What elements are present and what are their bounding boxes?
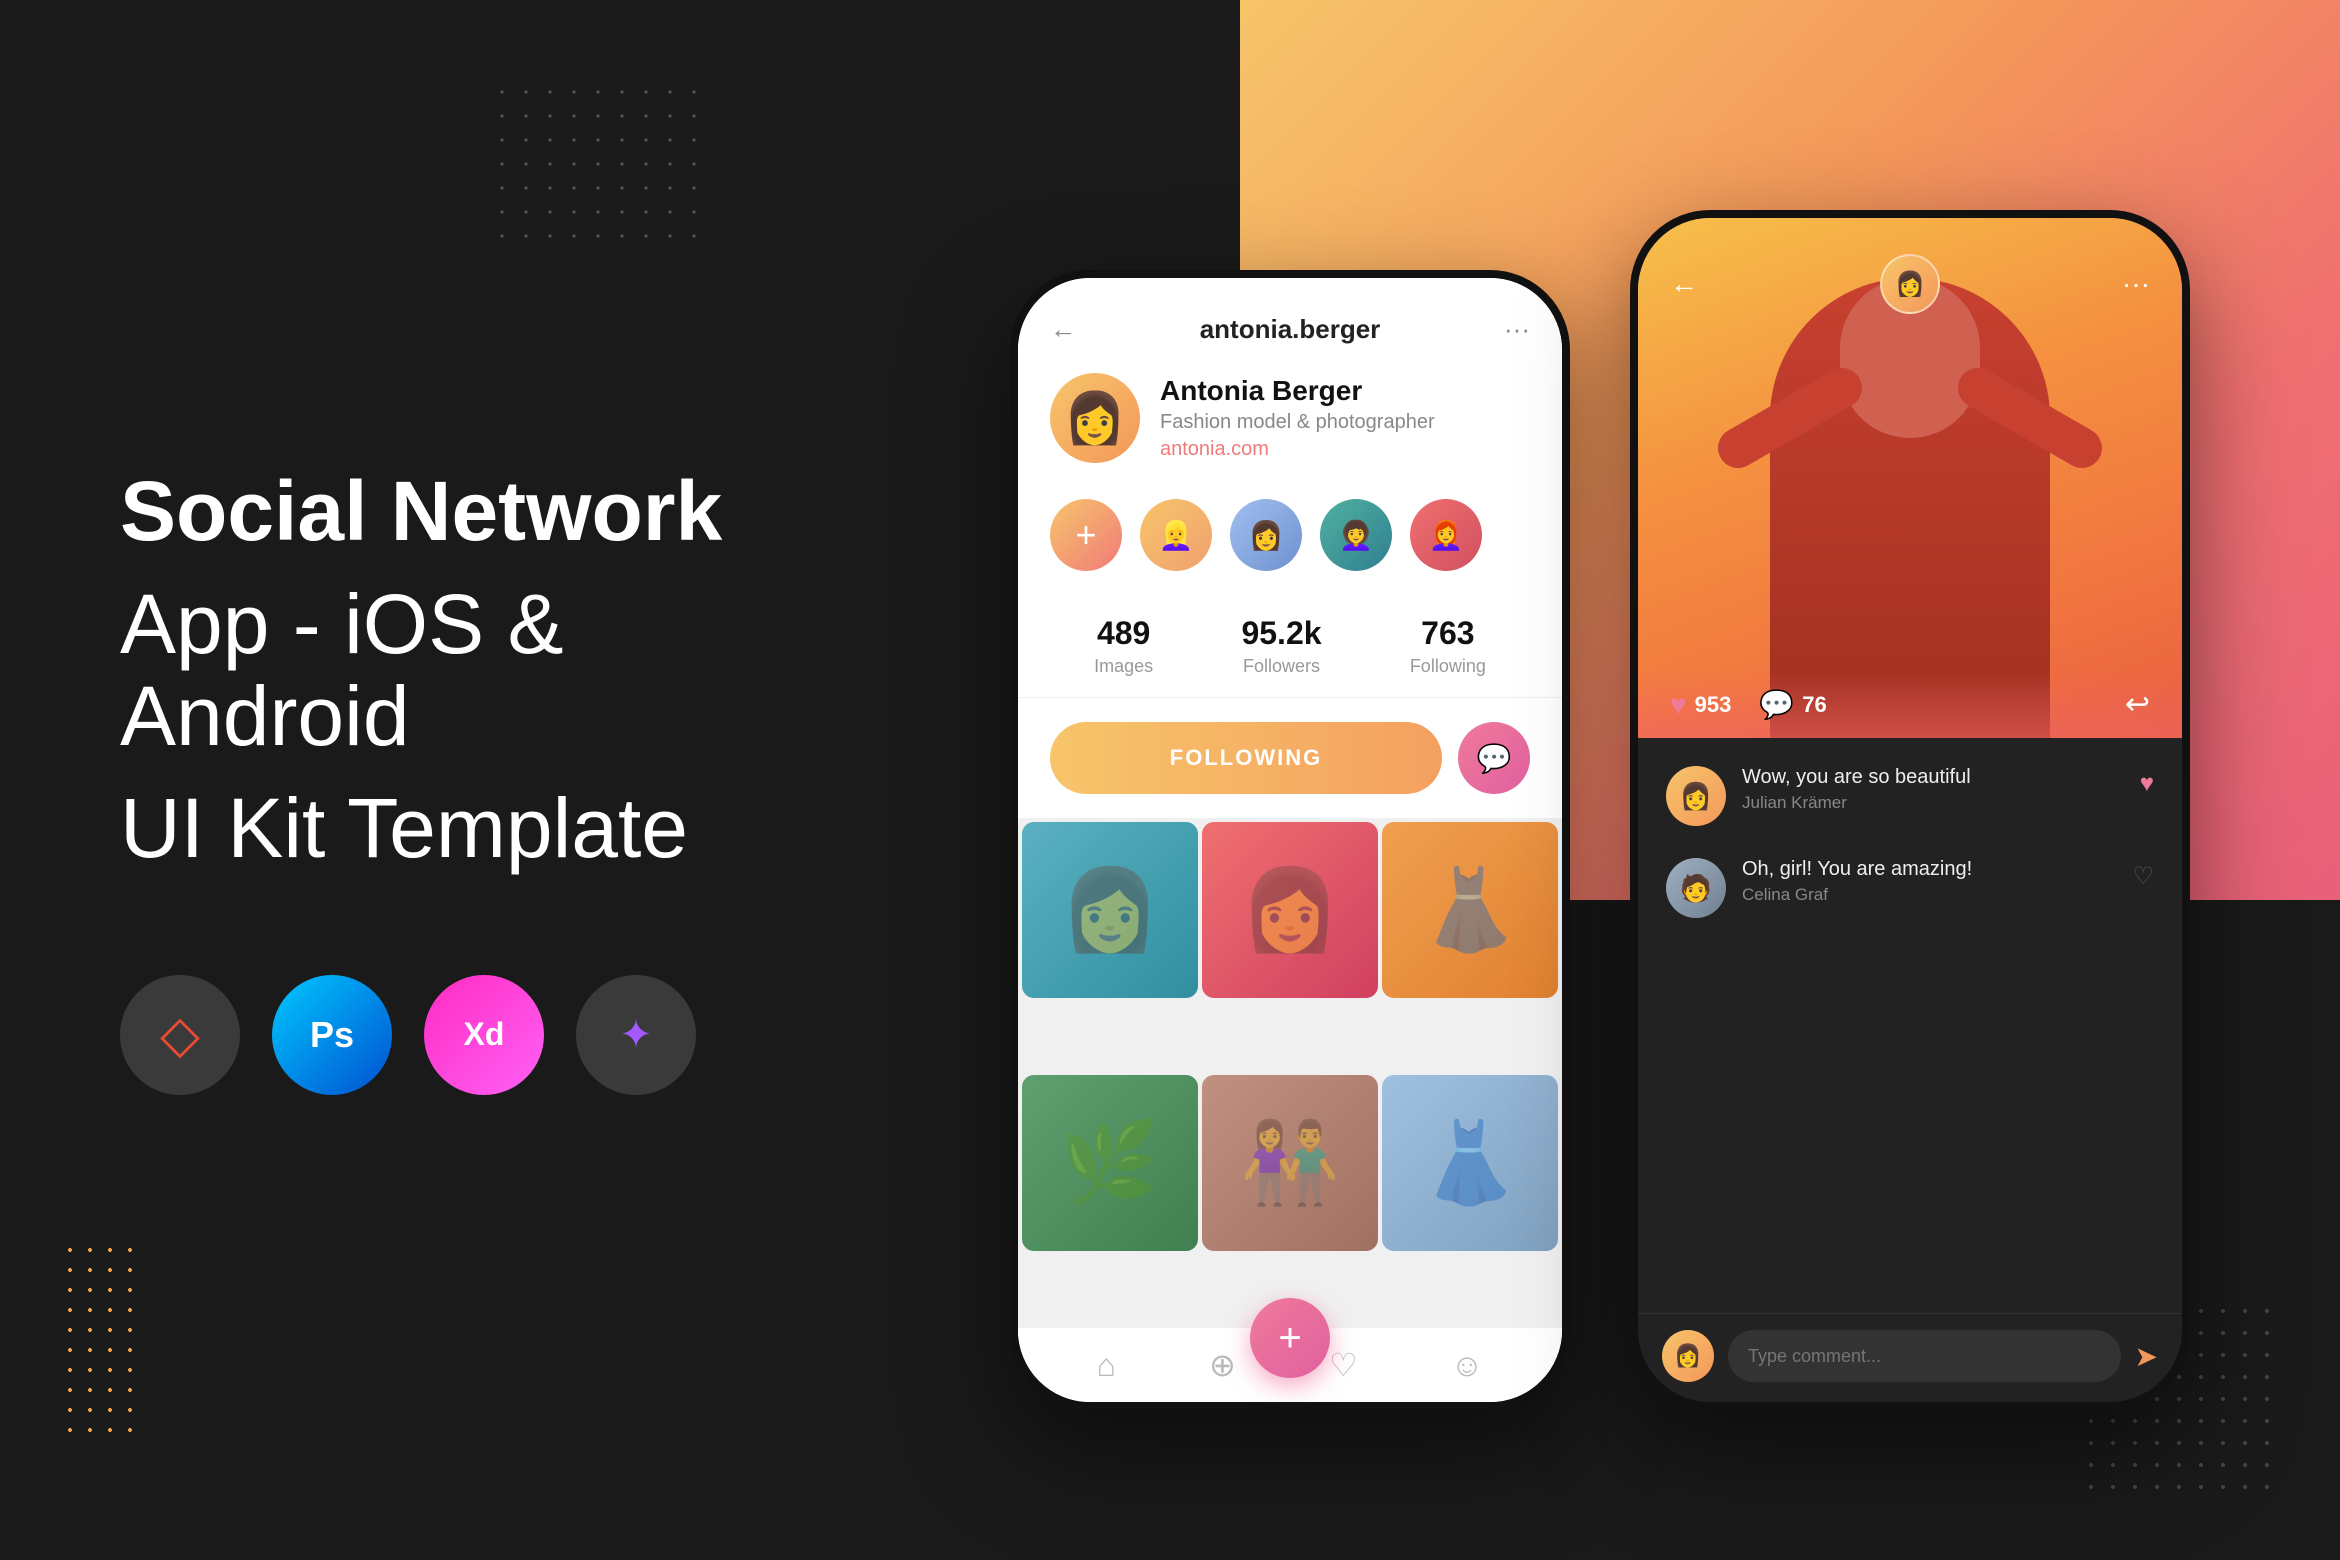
phone1-navbar: ⌂ ⊕ + ♡ ☺ <box>1018 1327 1562 1402</box>
profile-avatar: 👩 <box>1050 373 1140 463</box>
phone1-stories: + 👱‍♀️ 👩 👩‍🦱 👩‍🦰 <box>1018 483 1562 595</box>
story-thumb-1[interactable]: 👱‍♀️ <box>1140 499 1212 571</box>
phone2-more-icon[interactable]: ··· <box>2122 268 2150 300</box>
phone-1-mockup: ← antonia.berger ··· 👩 Antonia Berger Fa… <box>1010 270 1570 1410</box>
comment-avatar-2: 🧑 <box>1666 858 1726 918</box>
figma-icon: ✦ <box>619 1012 653 1058</box>
stat-followers-value: 95.2k <box>1241 615 1321 652</box>
heart-icon: ♥ <box>1670 689 1687 721</box>
comment-author-2: Celina Graf <box>1742 885 2116 905</box>
comment-reaction[interactable]: 💬 76 <box>1759 688 1826 721</box>
following-button[interactable]: FOLLOWING <box>1050 722 1442 794</box>
phone-2-screen: ← 👩 ··· ♥ 953 💬 76 <box>1638 218 2182 1402</box>
photoshop-icon: Ps <box>310 1014 354 1056</box>
story-add-button[interactable]: + <box>1050 499 1122 571</box>
title-line3: UI Kit Template <box>120 782 860 874</box>
phone1-photo-grid: 👩 👩 👗 🌿 👫 👗 <box>1018 818 1562 1327</box>
phone2-header: ← 👩 ··· <box>1638 218 2182 350</box>
comment-like-2[interactable]: ♡ <box>2132 858 2154 891</box>
phone2-back-icon[interactable]: ← <box>1670 268 1698 300</box>
phone-1-screen: ← antonia.berger ··· 👩 Antonia Berger Fa… <box>1018 278 1562 1402</box>
phone2-avatar-small: 👩 <box>1880 254 1940 314</box>
phone1-back-icon[interactable]: ← <box>1050 314 1076 345</box>
phone2-hero-image: ← 👩 ··· ♥ 953 💬 76 <box>1638 218 2182 738</box>
adobexd-icon-wrap[interactable]: Xd <box>424 975 544 1095</box>
comment-icon: 💬 <box>1759 688 1794 721</box>
comment-like-1[interactable]: ♥ <box>2140 766 2154 798</box>
phone2-reactions: ♥ 953 💬 76 ↩ <box>1638 671 2182 738</box>
comment-text-2: Oh, girl! You are amazing! <box>1742 858 2116 881</box>
phone2-comment-input-area: 👩 ➤ <box>1638 1313 2182 1402</box>
sketch-icon-wrap[interactable]: ◇ <box>120 975 240 1095</box>
phone-2-mockup: ← 👩 ··· ♥ 953 💬 76 <box>1630 210 2190 1410</box>
stat-following-label: Following <box>1410 656 1486 677</box>
profile-info: Antonia Berger Fashion model & photograp… <box>1160 375 1530 461</box>
send-icon[interactable]: ➤ <box>2135 1340 2158 1373</box>
stat-images: 489 Images <box>1094 615 1153 677</box>
comment-input-field[interactable] <box>1728 1330 2121 1382</box>
phone1-more-icon[interactable]: ··· <box>1504 314 1530 345</box>
grid-photo-4[interactable]: 🌿 <box>1022 1075 1198 1251</box>
story-thumb-4[interactable]: 👩‍🦰 <box>1410 499 1482 571</box>
story-thumb-3[interactable]: 👩‍🦱 <box>1320 499 1392 571</box>
grid-photo-3[interactable]: 👗 <box>1382 822 1558 998</box>
comment-author-1: Julian Krämer <box>1742 793 2124 813</box>
photoshop-icon-wrap[interactable]: Ps <box>272 975 392 1095</box>
message-button[interactable]: 💬 <box>1458 722 1530 794</box>
phone1-username: antonia.berger <box>1200 314 1381 345</box>
stat-followers-label: Followers <box>1241 656 1321 677</box>
comment-text-1: Wow, you are so beautiful <box>1742 766 2124 789</box>
comment-body-2: Oh, girl! You are amazing! Celina Graf <box>1742 858 2116 905</box>
comment-avatar-1: 👩 <box>1666 766 1726 826</box>
grid-photo-1[interactable]: 👩 <box>1022 822 1198 998</box>
right-panel: ← antonia.berger ··· 👩 Antonia Berger Fa… <box>860 0 2340 1560</box>
stat-following-value: 763 <box>1410 615 1486 652</box>
comment-count: 76 <box>1802 692 1826 718</box>
comment-item-1: 👩 Wow, you are so beautiful Julian Kräme… <box>1638 754 2182 838</box>
grid-photo-2[interactable]: 👩 <box>1202 822 1378 998</box>
heart-count: 953 <box>1695 692 1732 718</box>
phone1-profile-section: 👩 Antonia Berger Fashion model & photogr… <box>1018 361 1562 483</box>
left-panel: Social Network App - iOS & Android UI Ki… <box>0 0 860 1560</box>
heart-reaction[interactable]: ♥ 953 <box>1670 689 1731 721</box>
stat-following: 763 Following <box>1410 615 1486 677</box>
grid-photo-6[interactable]: 👗 <box>1382 1075 1558 1251</box>
nav-heart-icon[interactable]: ♡ <box>1329 1346 1358 1384</box>
title-line2: App - iOS & Android <box>120 578 860 763</box>
phone1-actions: FOLLOWING 💬 <box>1018 698 1562 818</box>
nav-home-icon[interactable]: ⌂ <box>1097 1347 1116 1384</box>
profile-website[interactable]: antonia.com <box>1160 438 1530 461</box>
grid-photo-5[interactable]: 👫 <box>1202 1075 1378 1251</box>
phone2-input-avatar: 👩 <box>1662 1330 1714 1382</box>
phone1-header: ← antonia.berger ··· <box>1018 278 1562 361</box>
reply-icon[interactable]: ↩ <box>2125 687 2150 722</box>
comment-body-1: Wow, you are so beautiful Julian Krämer <box>1742 766 2124 813</box>
nav-search-icon[interactable]: ⊕ <box>1209 1346 1236 1384</box>
tool-icons-row: ◇ Ps Xd ✦ <box>120 975 860 1095</box>
main-title-block: Social Network App - iOS & Android UI Ki… <box>120 465 860 955</box>
phone2-comments-section: 👩 Wow, you are so beautiful Julian Kräme… <box>1638 738 2182 1313</box>
profile-bio: Fashion model & photographer <box>1160 411 1530 434</box>
stat-followers: 95.2k Followers <box>1241 615 1321 677</box>
figma-icon-wrap[interactable]: ✦ <box>576 975 696 1095</box>
stat-images-value: 489 <box>1094 615 1153 652</box>
profile-name: Antonia Berger <box>1160 375 1530 407</box>
comment-item-2: 🧑 Oh, girl! You are amazing! Celina Graf… <box>1638 846 2182 930</box>
nav-profile-icon[interactable]: ☺ <box>1451 1347 1484 1384</box>
adobexd-icon: Xd <box>464 1016 505 1053</box>
story-thumb-2[interactable]: 👩 <box>1230 499 1302 571</box>
nav-add-button[interactable]: + <box>1250 1298 1330 1378</box>
sketch-icon: ◇ <box>160 1005 200 1065</box>
message-icon: 💬 <box>1477 742 1512 775</box>
title-line1: Social Network <box>120 465 860 557</box>
phone1-stats: 489 Images 95.2k Followers 763 Following <box>1018 595 1562 698</box>
stat-images-label: Images <box>1094 656 1153 677</box>
